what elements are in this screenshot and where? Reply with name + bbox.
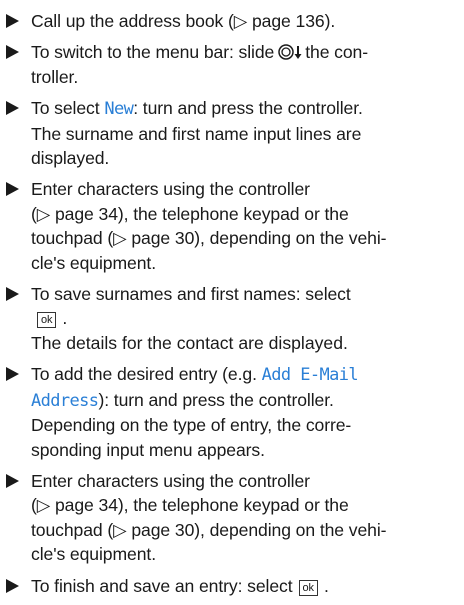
step-text: .	[62, 308, 68, 329]
ok-key-icon: ok	[37, 312, 57, 329]
step-text: Enter characters using the controller	[31, 179, 310, 200]
instruction-step: To select New: turn and press the contro…	[6, 96, 458, 170]
bullet-triangle-icon	[6, 367, 19, 382]
step-text: .	[323, 575, 329, 596]
step-text: To select	[31, 98, 100, 119]
step-text: To save surnames and first names: select	[31, 284, 351, 305]
step-text-line: To add the desired entry (e.g. Add E-Mai…	[31, 362, 458, 387]
instruction-step: Call up the address book (▷ page 136).	[6, 9, 458, 33]
bullet-triangle-icon	[6, 473, 19, 488]
bullet-triangle-icon	[6, 101, 19, 116]
step-text: (▷ page 34), the telephone keypad or the	[31, 203, 349, 224]
step-text: touchpad (▷ page 30), depending on the v…	[31, 228, 387, 249]
instruction-step: Enter characters using the controller (▷…	[6, 177, 458, 275]
step-text-line: ok.	[31, 306, 458, 330]
instruction-step: To switch to the menu bar: slide the con-…	[6, 40, 458, 89]
step-text: ): turn and press the controller.	[98, 389, 334, 410]
bullet-triangle-icon	[6, 45, 19, 60]
step-text: displayed.	[31, 148, 110, 169]
step-text: Depending on the type of entry, the corr…	[31, 415, 352, 436]
step-text: sponding input menu appears.	[31, 439, 265, 460]
step-text: To add the desired entry (e.g.	[31, 364, 257, 385]
step-text: the con-	[305, 42, 369, 63]
step-text-line: To select New: turn and press the contro…	[31, 96, 458, 121]
step-text: To finish and save an entry: select	[31, 575, 293, 596]
bullet-triangle-icon	[6, 578, 19, 593]
menu-item-add-email: Add E-Mail	[261, 365, 359, 386]
step-text: To switch to the menu bar: slide	[31, 42, 275, 63]
step-text: Call up the address book (▷ page 136).	[31, 11, 336, 31]
step-text-line: To finish and save an entry: select ok.	[31, 574, 458, 598]
bullet-triangle-icon	[6, 14, 19, 28]
step-text: : turn and press the controller.	[133, 98, 363, 119]
instruction-step: To finish and save an entry: select ok.	[6, 574, 458, 598]
step-text: cle's equipment.	[31, 252, 156, 273]
bullet-triangle-icon	[6, 287, 19, 302]
controller-slide-down-icon	[278, 44, 302, 61]
bullet-triangle-icon	[6, 182, 19, 197]
ok-key-icon: ok	[298, 579, 318, 596]
menu-item-new: New	[104, 99, 134, 120]
instruction-step: To add the desired entry (e.g. Add E-Mai…	[6, 362, 458, 462]
step-result-text: The details for the contact are displaye…	[31, 332, 348, 353]
instruction-step: To save surnames and first names: select…	[6, 282, 458, 355]
step-text: cle's equipment.	[31, 544, 156, 565]
step-text: troller.	[31, 66, 79, 87]
step-text: The surname and first name input lines a…	[31, 123, 362, 144]
menu-item-add-email: Address	[31, 390, 99, 411]
step-text: touchpad (▷ page 30), depending on the v…	[31, 519, 387, 540]
step-text: Enter characters using the controller	[31, 470, 310, 491]
step-text: (▷ page 34), the telephone keypad or the	[31, 495, 349, 516]
instruction-page: Call up the address book (▷ page 136). T…	[6, 9, 458, 605]
step-text-line: To switch to the menu bar: slide the con-	[31, 40, 458, 64]
instruction-step: Enter characters using the controller (▷…	[6, 469, 458, 567]
step-text-line: Address): turn and press the controller.	[31, 388, 458, 413]
